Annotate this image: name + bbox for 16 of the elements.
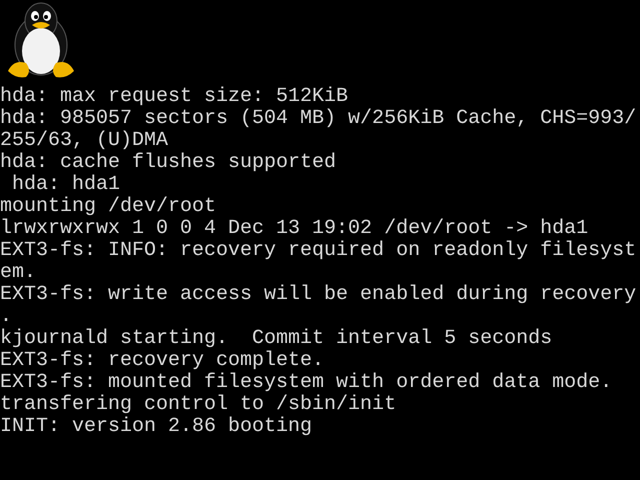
console-line: 255/63, (U)DMA	[0, 130, 168, 152]
console-line: kjournald starting. Commit interval 5 seconds	[0, 328, 552, 350]
console-line: .	[0, 306, 12, 328]
console-line: mounting /dev/root	[0, 196, 216, 218]
console-line: hda: 985057 sectors (504 MB) w/256KiB Cache, CHS=993/	[0, 108, 636, 130]
console-line: transfering control to /sbin/init	[0, 394, 396, 416]
console-line: EXT3-fs: write access will be enabled during recovery	[0, 284, 636, 306]
console-line: EXT3-fs: INFO: recovery required on readonly filesyst	[0, 240, 636, 262]
console-line: EXT3-fs: mounted filesystem with ordered data mode.	[0, 372, 612, 394]
console-line: hda: cache flushes supported	[0, 152, 336, 174]
console-line: lrwxrwxrwx 1 0 0 4 Dec 13 19:02 /dev/root -> hda1	[0, 218, 588, 240]
console-line: INIT: version 2.86 booting	[0, 416, 312, 438]
console-line: EXT3-fs: recovery complete.	[0, 350, 324, 372]
console-line: hda: hda1	[11, 174, 120, 196]
console-line: em.	[0, 262, 36, 284]
console-line: hda: max request size: 512KiB	[0, 86, 348, 108]
